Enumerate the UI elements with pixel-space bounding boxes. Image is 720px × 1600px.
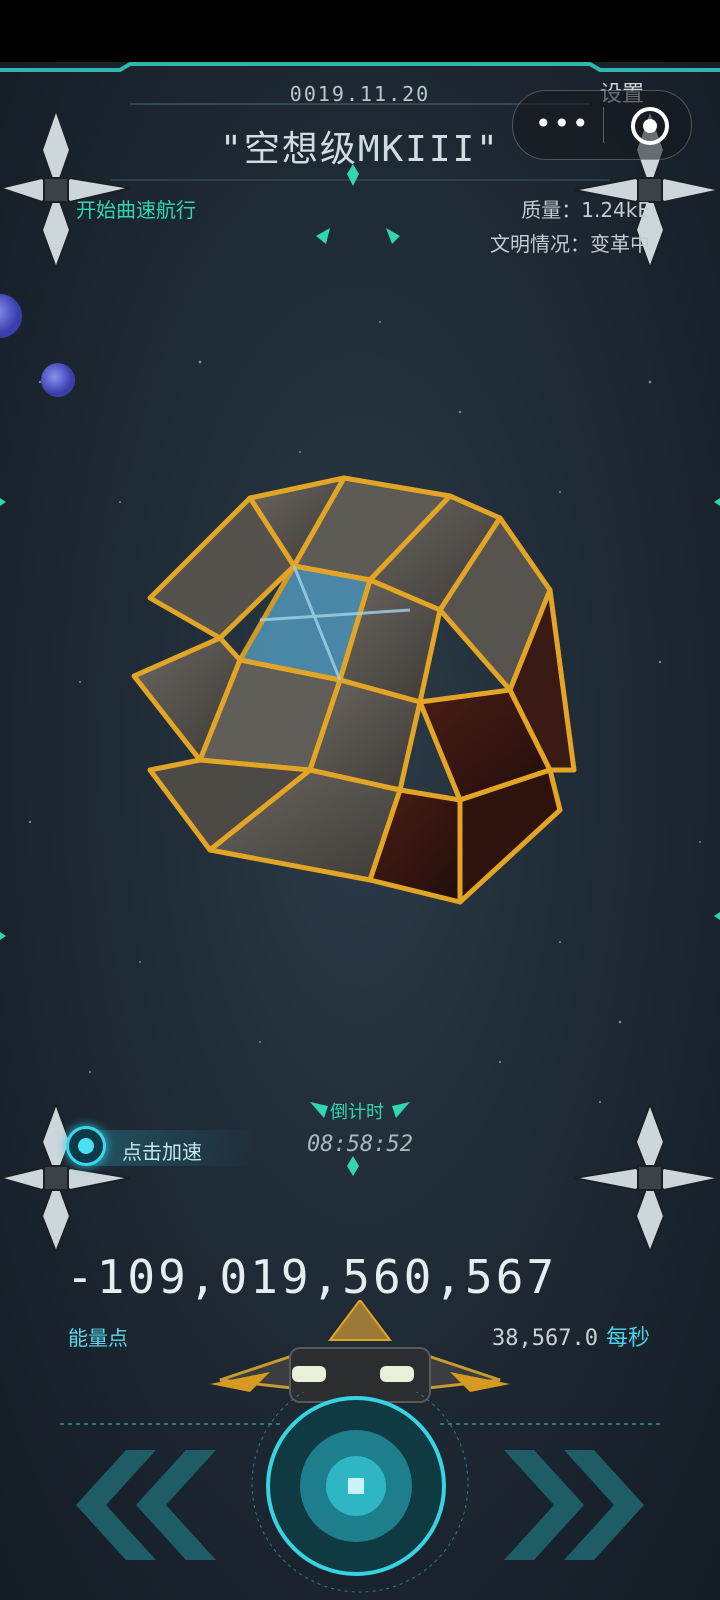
energy-rate-unit: 每秒 [605,1326,650,1351]
energy-label: 能量点 [68,1326,128,1350]
mass-readout: 质量：1.24kE [521,198,650,222]
satellite-drone-icon [574,1104,720,1254]
ship-polyhedron[interactable] [130,470,590,930]
target-circle-icon[interactable] [631,107,669,145]
capsule-divider [603,107,604,143]
satellite-drone-icon [0,110,130,270]
warp-status-button[interactable]: 开始曲速航行 [76,194,196,223]
planet-icon [0,294,75,397]
game-date: 0019.11.20 [289,82,431,106]
forward-arrows[interactable] [504,1450,654,1560]
miniprogram-capsule: ••• [512,90,692,160]
energy-rate: 38,567.0 每秒 [492,1320,650,1352]
more-dots-icon[interactable]: ••• [535,109,589,139]
boost-button[interactable]: 点击加速 [66,1126,256,1170]
energy-value: -109,019,560,567 [66,1250,558,1304]
rewind-arrows[interactable] [66,1450,216,1560]
countdown-label: 倒计时 [330,1102,384,1123]
countdown-time: 08:58:52 [307,1132,413,1157]
boost-label: 点击加速 [122,1140,202,1164]
ship-name: "空想级MKIII" [220,129,500,170]
civilization-status: 文明情况：变革中 [490,232,650,256]
core-button[interactable] [264,1394,448,1578]
boost-icon [66,1126,106,1166]
